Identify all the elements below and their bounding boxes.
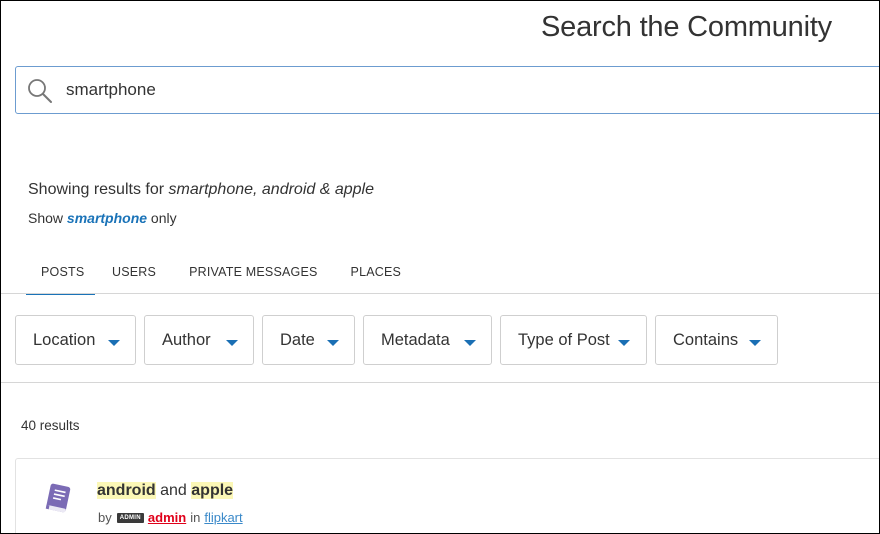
tab-posts[interactable]: POSTS [26, 259, 95, 295]
admin-badge: ADMIN [116, 512, 144, 523]
result-meta: by ADMIN admin in flipkart [98, 510, 243, 525]
tab-private-messages[interactable]: PRIVATE MESSAGES [189, 259, 317, 295]
filter-type-of-post-label: Type of Post [518, 331, 610, 349]
search-page: Search the Community Showing results for… [0, 0, 880, 534]
title-highlight-term: android [97, 482, 156, 499]
chevron-down-icon [226, 340, 238, 346]
tab-users[interactable]: USERS [112, 259, 156, 295]
result-tabs: POSTS USERS PRIVATE MESSAGES PLACES [26, 259, 401, 295]
search-box[interactable] [15, 66, 879, 114]
results-for-prefix: Showing results for [28, 181, 169, 198]
tabs-divider [1, 293, 879, 294]
filter-location-label: Location [33, 331, 96, 349]
filter-author-label: Author [162, 331, 211, 349]
chevron-down-icon [618, 340, 630, 346]
filters-divider [1, 382, 879, 383]
filter-date-label: Date [280, 331, 315, 349]
chevron-down-icon [464, 340, 476, 346]
chevron-down-icon [749, 340, 761, 346]
tab-places[interactable]: PLACES [351, 259, 402, 295]
result-item[interactable]: android and apple by ADMIN admin in flip… [15, 458, 879, 533]
title-join-text: and [155, 482, 192, 499]
results-for-terms: smartphone, android & apple [168, 181, 374, 198]
results-for-text: Showing results for smartphone, android … [28, 181, 374, 199]
filter-metadata[interactable]: Metadata [363, 315, 492, 365]
board-link[interactable]: flipkart [204, 510, 242, 525]
search-input[interactable] [66, 67, 846, 113]
filter-contains[interactable]: Contains [655, 315, 778, 365]
show-only-text: Show smartphone only [28, 210, 177, 226]
result-title-link[interactable]: android and apple [97, 482, 234, 500]
page-title: Search the Community [541, 11, 832, 43]
author-link[interactable]: admin [148, 510, 186, 525]
title-highlight-term: apple [191, 482, 234, 499]
chevron-down-icon [108, 340, 120, 346]
filter-date[interactable]: Date [262, 315, 355, 365]
show-only-link[interactable]: smartphone [67, 210, 147, 226]
in-label: in [190, 510, 201, 525]
filter-location[interactable]: Location [15, 315, 136, 365]
filter-type-of-post[interactable]: Type of Post [500, 315, 647, 365]
filter-contains-label: Contains [673, 331, 739, 349]
filter-author[interactable]: Author [144, 315, 254, 365]
by-label: by [98, 510, 112, 525]
result-count: 40 results [21, 418, 80, 433]
filter-metadata-label: Metadata [381, 331, 450, 349]
show-only-suffix: only [147, 210, 177, 226]
chevron-down-icon [327, 340, 339, 346]
show-only-prefix: Show [28, 210, 67, 226]
